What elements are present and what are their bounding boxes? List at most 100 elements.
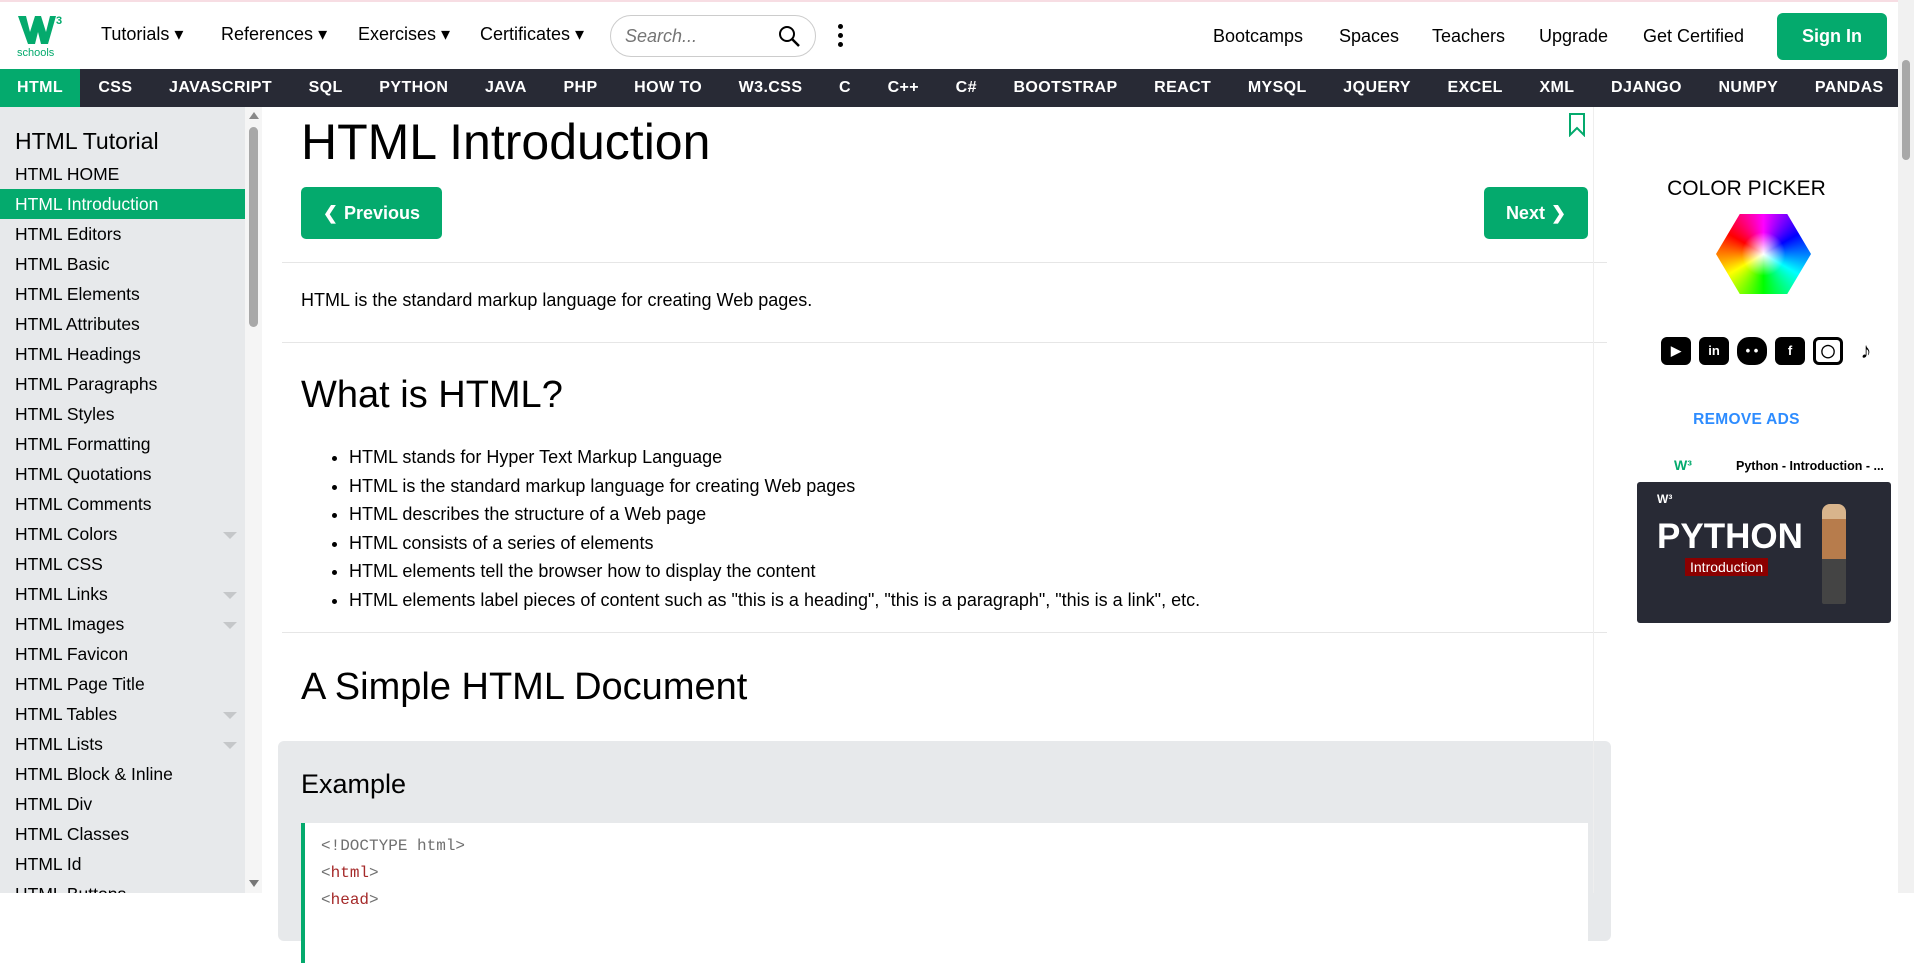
- facebook-icon[interactable]: f: [1775, 337, 1805, 365]
- sidebar-item[interactable]: HTML Lists: [0, 729, 245, 759]
- nav-item-excel[interactable]: EXCEL: [1429, 69, 1521, 107]
- nav-item-jquery[interactable]: JQUERY: [1325, 69, 1429, 107]
- sidebar-item-label: HTML HOME: [15, 164, 120, 184]
- sidebar-item[interactable]: HTML Paragraphs: [0, 369, 245, 399]
- search-input[interactable]: [625, 25, 775, 47]
- nav-item-bootstrap[interactable]: BOOTSTRAP: [995, 69, 1136, 107]
- tiktok-icon[interactable]: ♪: [1851, 337, 1881, 365]
- sidebar-item[interactable]: HTML Block & Inline: [0, 759, 245, 789]
- sidebar-item[interactable]: HTML Page Title: [0, 669, 245, 699]
- sidebar-item-label: HTML Tables: [15, 704, 118, 724]
- caret-down-icon[interactable]: [223, 622, 237, 629]
- nav-item-html[interactable]: HTML: [0, 69, 81, 107]
- sidebar-item[interactable]: HTML Favicon: [0, 639, 245, 669]
- sidebar-item[interactable]: HTML Formatting: [0, 429, 245, 459]
- example-box: Example <!DOCTYPE html> <html> <head>: [278, 741, 1611, 963]
- nav-item-java[interactable]: JAVA: [467, 69, 546, 107]
- sidebar-item[interactable]: HTML HOME: [0, 159, 245, 189]
- video-heading: PYTHON: [1657, 517, 1803, 556]
- sidebar-item[interactable]: HTML Div: [0, 789, 245, 819]
- link-bootcamps[interactable]: Bootcamps: [1213, 26, 1303, 47]
- menu-certificates[interactable]: Certificates ▾: [480, 24, 584, 45]
- discord-icon[interactable]: • •: [1737, 337, 1767, 365]
- sidebar-scrollbar[interactable]: [245, 107, 262, 893]
- code-line: <!DOCTYPE html>: [321, 837, 466, 855]
- video-subheading: Introduction: [1685, 558, 1769, 576]
- video-title[interactable]: Python - Introduction - ...: [1736, 459, 1884, 473]
- w3schools-small-logo: W³: [1674, 457, 1692, 473]
- nav-item-php[interactable]: PHP: [545, 69, 616, 107]
- sidebar-item[interactable]: HTML CSS: [0, 549, 245, 579]
- caret-down-icon[interactable]: [223, 532, 237, 539]
- nav-item-c-[interactable]: C++: [869, 69, 937, 107]
- more-options-icon[interactable]: [838, 24, 846, 51]
- link-spaces[interactable]: Spaces: [1339, 26, 1399, 47]
- link-upgrade[interactable]: Upgrade: [1539, 26, 1608, 47]
- link-teachers[interactable]: Teachers: [1432, 26, 1505, 47]
- sidebar-item[interactable]: HTML Basic: [0, 249, 245, 279]
- bookmark-icon[interactable]: [1568, 113, 1586, 137]
- nav-item-xml[interactable]: XML: [1521, 69, 1593, 107]
- nav-item-pandas[interactable]: PANDAS: [1797, 69, 1898, 107]
- section-heading-simple-document: A Simple HTML Document: [301, 666, 748, 708]
- sidebar-item-label: HTML Favicon: [15, 644, 129, 664]
- instagram-icon[interactable]: ◯: [1813, 337, 1843, 365]
- nav-item-w3-css[interactable]: W3.CSS: [720, 69, 820, 107]
- sidebar-item[interactable]: HTML Attributes: [0, 309, 245, 339]
- sidebar-item-label: HTML Headings: [15, 344, 141, 364]
- nav-item-python[interactable]: PYTHON: [361, 69, 467, 107]
- sidebar-item-label: HTML Paragraphs: [15, 374, 158, 394]
- caret-down-icon[interactable]: [223, 742, 237, 749]
- nav-item-css[interactable]: CSS: [80, 69, 151, 107]
- sidebar-item[interactable]: HTML Images: [0, 609, 245, 639]
- nav-item-javascript[interactable]: JAVASCRIPT: [151, 69, 291, 107]
- nav-item-numpy[interactable]: NUMPY: [1700, 69, 1796, 107]
- nav-item-how-to[interactable]: HOW TO: [616, 69, 720, 107]
- menu-references[interactable]: References ▾: [221, 24, 327, 45]
- sidebar-item[interactable]: HTML Colors: [0, 519, 245, 549]
- remove-ads-link[interactable]: REMOVE ADS: [1594, 411, 1899, 429]
- video-thumbnail[interactable]: W³ PYTHON Introduction: [1637, 482, 1891, 623]
- page-title: HTML Introduction: [301, 114, 711, 170]
- link-get-certified[interactable]: Get Certified: [1643, 26, 1744, 47]
- linkedin-icon[interactable]: in: [1699, 337, 1729, 365]
- caret-down-icon[interactable]: [223, 592, 237, 599]
- previous-button[interactable]: ❮ Previous: [301, 187, 442, 239]
- sign-in-button[interactable]: Sign In: [1777, 13, 1887, 60]
- w3schools-logo[interactable]: 3 schools: [16, 12, 64, 58]
- sidebar-item-label: HTML Id: [15, 854, 82, 874]
- sidebar-item[interactable]: HTML Id: [0, 849, 245, 879]
- nav-item-mysql[interactable]: MYSQL: [1230, 69, 1325, 107]
- sidebar-item[interactable]: HTML Classes: [0, 819, 245, 849]
- nav-item-c[interactable]: C: [821, 69, 870, 107]
- sidebar-item[interactable]: HTML Buttons: [0, 879, 245, 893]
- search-icon[interactable]: [777, 24, 801, 48]
- caret-down-icon[interactable]: [223, 712, 237, 719]
- sidebar-item-label: HTML Block & Inline: [15, 764, 173, 784]
- sidebar-item[interactable]: HTML Links: [0, 579, 245, 609]
- youtube-icon[interactable]: ▶: [1661, 337, 1691, 365]
- color-picker-icon[interactable]: [1716, 214, 1811, 294]
- list-item: HTML describes the structure of a Web pa…: [349, 500, 1200, 529]
- sidebar-item[interactable]: HTML Comments: [0, 489, 245, 519]
- sidebar-item-label: HTML Classes: [15, 824, 130, 844]
- sidebar-item[interactable]: HTML Introduction: [0, 189, 245, 219]
- next-button[interactable]: Next ❯: [1484, 187, 1588, 239]
- menu-exercises[interactable]: Exercises ▾: [358, 24, 450, 45]
- nav-item-c-[interactable]: C#: [937, 69, 995, 107]
- search-box[interactable]: [610, 15, 816, 57]
- nav-item-django[interactable]: DJANGO: [1593, 69, 1700, 107]
- sidebar-item-label: HTML Page Title: [15, 674, 145, 694]
- sidebar-item[interactable]: HTML Elements: [0, 279, 245, 309]
- nav-item-react[interactable]: REACT: [1136, 69, 1230, 107]
- sidebar-item[interactable]: HTML Tables: [0, 699, 245, 729]
- code-block[interactable]: <!DOCTYPE html> <html> <head>: [301, 823, 1588, 963]
- menu-tutorials[interactable]: Tutorials ▾: [101, 24, 183, 45]
- page-scrollbar[interactable]: [1898, 0, 1914, 893]
- sidebar-item[interactable]: HTML Quotations: [0, 459, 245, 489]
- color-picker-label[interactable]: COLOR PICKER: [1594, 177, 1899, 201]
- sidebar-item[interactable]: HTML Headings: [0, 339, 245, 369]
- sidebar-item[interactable]: HTML Editors: [0, 219, 245, 249]
- sidebar-item[interactable]: HTML Styles: [0, 399, 245, 429]
- nav-item-sql[interactable]: SQL: [290, 69, 361, 107]
